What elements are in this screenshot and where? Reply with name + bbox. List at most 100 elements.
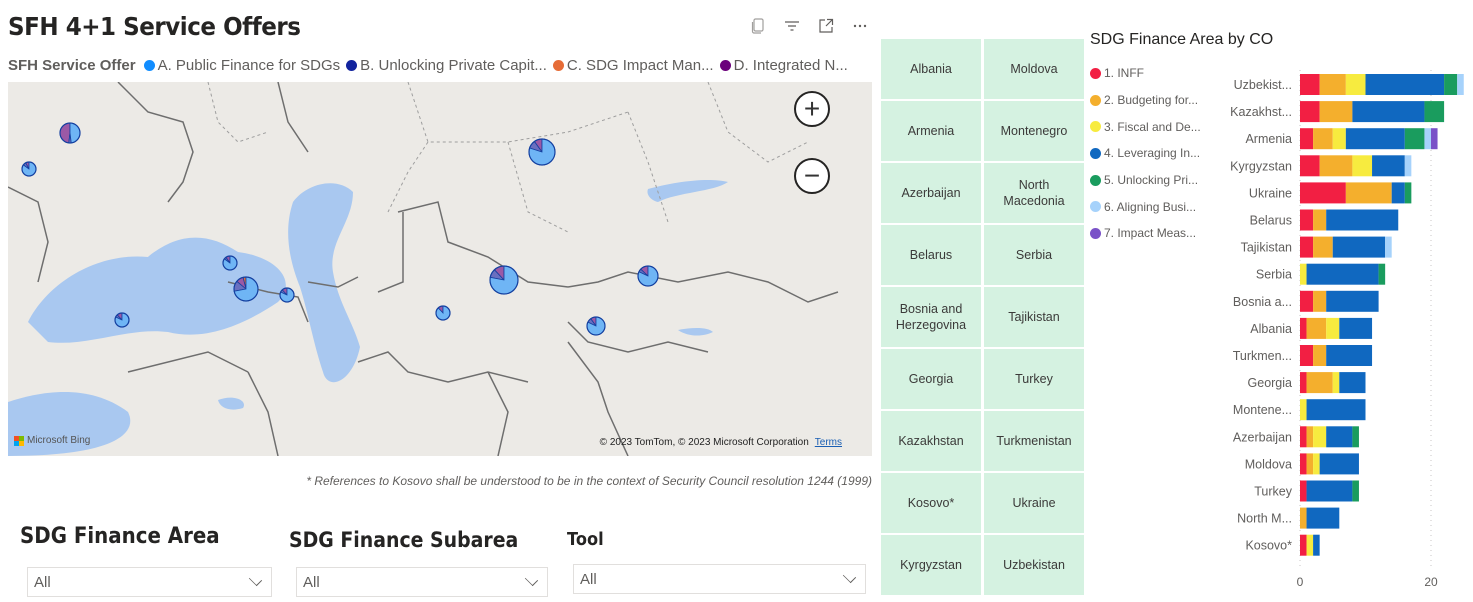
bar-segment[interactable] — [1300, 236, 1314, 258]
bar-segment[interactable] — [1326, 426, 1353, 448]
country-tile[interactable]: Montenegro — [984, 101, 1084, 161]
bar-segment[interactable] — [1300, 453, 1307, 475]
map-pie-marker[interactable] — [233, 276, 259, 302]
map-pie-marker[interactable] — [489, 265, 519, 295]
chart-legend-item[interactable]: 4. Leveraging In... — [1090, 140, 1201, 167]
bar-segment[interactable] — [1300, 128, 1314, 150]
bar-segment[interactable] — [1306, 426, 1314, 448]
bar-segment[interactable] — [1300, 209, 1314, 231]
bar-segment[interactable] — [1306, 534, 1314, 556]
chart-legend-item[interactable]: 7. Impact Meas... — [1090, 220, 1201, 247]
bar-segment[interactable] — [1404, 128, 1425, 150]
bar-segment[interactable] — [1319, 74, 1346, 95]
bar-segment[interactable] — [1300, 101, 1320, 123]
country-tile[interactable]: Kyrgyzstan — [881, 535, 981, 595]
bar-segment[interactable] — [1300, 480, 1307, 502]
bar-segment[interactable] — [1313, 128, 1333, 150]
bar-segment[interactable] — [1339, 372, 1366, 394]
bar-segment[interactable] — [1424, 101, 1445, 123]
bar-segment[interactable] — [1365, 74, 1445, 95]
bar-segment[interactable] — [1404, 182, 1412, 204]
country-tile[interactable]: Tajikistan — [984, 287, 1084, 347]
bar-segment[interactable] — [1313, 236, 1333, 258]
bar-segment[interactable] — [1306, 399, 1366, 421]
bar-segment[interactable] — [1300, 372, 1307, 394]
bar-segment[interactable] — [1300, 182, 1346, 204]
bar-segment[interactable] — [1431, 128, 1438, 150]
country-tile[interactable]: Turkmenistan — [984, 411, 1084, 471]
more-options-icon[interactable] — [852, 18, 868, 34]
bar-segment[interactable] — [1313, 290, 1327, 312]
bar-segment[interactable] — [1378, 263, 1386, 285]
bar-segment[interactable] — [1352, 480, 1359, 502]
bar-segment[interactable] — [1313, 426, 1327, 448]
country-tile[interactable]: Ukraine — [984, 473, 1084, 533]
bar-segment[interactable] — [1306, 263, 1379, 285]
bar-segment[interactable] — [1306, 317, 1327, 339]
map-pie-marker[interactable] — [279, 287, 295, 303]
bar-segment[interactable] — [1352, 426, 1359, 448]
bar-segment[interactable] — [1345, 74, 1366, 95]
bar-segment[interactable] — [1444, 74, 1458, 95]
country-tile[interactable]: North Macedonia — [984, 163, 1084, 223]
bar-segment[interactable] — [1300, 426, 1307, 448]
zoom-in-button[interactable]: + — [794, 91, 830, 127]
map-pie-marker[interactable] — [586, 316, 606, 336]
bar-segment[interactable] — [1313, 453, 1320, 475]
bar-segment[interactable] — [1300, 507, 1307, 529]
bar-segment[interactable] — [1313, 534, 1320, 556]
bar-segment[interactable] — [1300, 534, 1307, 556]
legend-item-b[interactable]: B. Unlocking Private Capit... — [346, 57, 547, 74]
chart-legend-item[interactable]: 3. Fiscal and De... — [1090, 113, 1201, 140]
country-tile[interactable]: Bosnia and Herzegovina — [881, 287, 981, 347]
chart-legend-item[interactable]: 1. INFF — [1090, 60, 1201, 87]
bar-segment[interactable] — [1300, 74, 1320, 95]
focus-mode-icon[interactable] — [818, 18, 834, 34]
bar-segment[interactable] — [1319, 101, 1353, 123]
chart-legend-item[interactable]: 5. Unlocking Pri... — [1090, 167, 1201, 194]
country-tile[interactable]: Albania — [881, 39, 981, 99]
bar-segment[interactable] — [1300, 263, 1307, 285]
terms-link[interactable]: Terms — [815, 437, 842, 448]
map-pie-marker[interactable] — [222, 255, 238, 271]
country-tile[interactable]: Uzbekistan — [984, 535, 1084, 595]
bar-segment[interactable] — [1352, 155, 1373, 177]
bar-segment[interactable] — [1326, 209, 1399, 231]
legend-item-a[interactable]: A. Public Finance for SDGs — [143, 57, 340, 74]
country-tile[interactable]: Armenia — [881, 101, 981, 161]
country-tile[interactable]: Georgia — [881, 349, 981, 409]
bar-segment[interactable] — [1300, 345, 1314, 366]
chart-legend-item[interactable]: 6. Aligning Busi... — [1090, 193, 1201, 220]
map-pie-marker[interactable] — [435, 305, 451, 321]
bar-segment[interactable] — [1391, 182, 1405, 204]
map-pie-marker[interactable] — [114, 312, 130, 328]
bar-segment[interactable] — [1372, 155, 1405, 177]
bar-segment[interactable] — [1345, 128, 1405, 150]
bar-segment[interactable] — [1300, 155, 1320, 177]
country-tile[interactable]: Turkey — [984, 349, 1084, 409]
bar-segment[interactable] — [1306, 480, 1353, 502]
bar-segment[interactable] — [1332, 236, 1386, 258]
copy-icon[interactable] — [750, 18, 766, 34]
bar-segment[interactable] — [1313, 209, 1327, 231]
map-pie-marker[interactable] — [637, 265, 659, 287]
bar-segment[interactable] — [1313, 345, 1327, 366]
bar-segment[interactable] — [1326, 345, 1373, 366]
sdg-finance-subarea-dropdown[interactable]: All — [296, 567, 548, 597]
map-pie-marker[interactable] — [528, 138, 556, 166]
filter-icon[interactable] — [784, 18, 800, 34]
bar-segment[interactable] — [1300, 399, 1307, 421]
bar-segment[interactable] — [1300, 317, 1307, 339]
tool-dropdown[interactable]: All — [573, 564, 866, 594]
map-pie-marker[interactable] — [21, 161, 37, 177]
bar-segment[interactable] — [1404, 155, 1412, 177]
bar-segment[interactable] — [1424, 128, 1431, 150]
bar-segment[interactable] — [1319, 155, 1353, 177]
bar-segment[interactable] — [1326, 317, 1340, 339]
sdg-finance-area-dropdown[interactable]: All — [27, 567, 272, 597]
legend-item-d[interactable]: D. Integrated N... — [719, 57, 848, 74]
country-tile[interactable]: Belarus — [881, 225, 981, 285]
zoom-out-button[interactable]: − — [794, 158, 830, 194]
bar-segment[interactable] — [1306, 372, 1333, 394]
bar-segment[interactable] — [1339, 317, 1373, 339]
